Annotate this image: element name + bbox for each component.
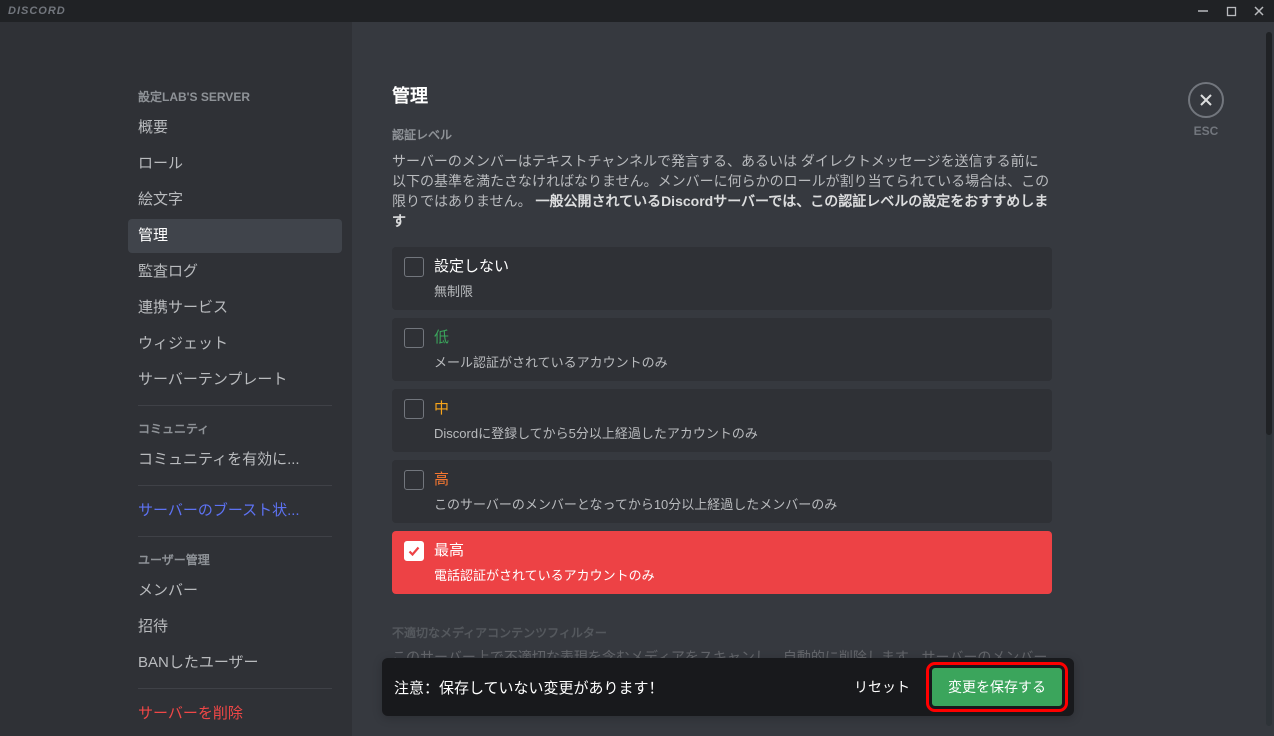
verification-option[interactable]: 高このサーバーのメンバーとなってから10分以上経過したメンバーのみ: [392, 460, 1052, 523]
content-wrap: 管理 認証レベル サーバーのメンバーはテキストチャンネルで発言する、あるいは ダ…: [352, 22, 1274, 736]
sidebar-header-community: コミュニティ: [128, 414, 342, 443]
checkbox[interactable]: [404, 470, 424, 490]
sidebar-item[interactable]: BANしたユーザー: [128, 646, 342, 680]
verification-option[interactable]: 低メール認証がされているアカウントのみ: [392, 318, 1052, 381]
sidebar-separator: [138, 536, 332, 537]
sidebar-separator: [138, 405, 332, 406]
option-title: 低: [434, 328, 1040, 348]
option-body: 中 Discordに登録してから5分以上経過したアカウントのみ: [434, 399, 1040, 442]
sidebar-separator: [138, 485, 332, 486]
checkbox[interactable]: [404, 328, 424, 348]
option-title: 設定しない: [434, 257, 1040, 277]
media-filter-label: 不適切なメディアコンテンツフィルター: [392, 624, 1052, 641]
option-title: 最高: [434, 541, 1040, 561]
option-title: 高: [434, 470, 1040, 490]
option-title: 中: [434, 399, 1040, 419]
scrollbar[interactable]: [1266, 32, 1272, 726]
checkbox[interactable]: [404, 399, 424, 419]
option-desc: 電話認証がされているアカウントのみ: [434, 565, 1040, 584]
checkbox[interactable]: [404, 257, 424, 277]
option-body: 低メール認証がされているアカウントのみ: [434, 328, 1040, 371]
main-area: 設定LAB'S SERVER 概要ロール絵文字管理監査ログ連携サービスウィジェッ…: [0, 22, 1274, 736]
checkbox[interactable]: [404, 541, 424, 561]
sidebar-item[interactable]: ウィジェット: [128, 327, 342, 361]
option-body: 設定しない無制限: [434, 257, 1040, 300]
save-button[interactable]: 変更を保存する: [932, 668, 1062, 706]
sidebar-item[interactable]: 監査ログ: [128, 255, 342, 289]
verification-option[interactable]: 中 Discordに登録してから5分以上経過したアカウントのみ: [392, 389, 1052, 452]
page-title: 管理: [392, 82, 1052, 108]
option-desc: メール認証がされているアカウントのみ: [434, 352, 1040, 371]
option-desc: このサーバーのメンバーとなってから10分以上経過したメンバーのみ: [434, 494, 1040, 513]
sidebar-header-server: 設定LAB'S SERVER: [128, 82, 342, 111]
option-body: 最高電話認証がされているアカウントのみ: [434, 541, 1040, 584]
sidebar-item[interactable]: 管理: [128, 219, 342, 253]
sidebar-item-delete-server[interactable]: サーバーを削除: [128, 697, 342, 731]
close-settings: ESC: [1188, 82, 1224, 138]
section-label-verification: 認証レベル: [392, 126, 1052, 143]
sidebar-item[interactable]: 招待: [128, 610, 342, 644]
sidebar-gutter: [0, 22, 118, 736]
sidebar-item[interactable]: 連携サービス: [128, 291, 342, 325]
sidebar-separator: [138, 688, 332, 689]
settings-sidebar: 設定LAB'S SERVER 概要ロール絵文字管理監査ログ連携サービスウィジェッ…: [118, 22, 352, 736]
option-desc: 無制限: [434, 281, 1040, 300]
option-body: 高このサーバーのメンバーとなってから10分以上経過したメンバーのみ: [434, 470, 1040, 513]
save-button-highlight: 変更を保存する: [932, 668, 1062, 706]
sidebar-item[interactable]: メンバー: [128, 574, 342, 608]
sidebar-header-user-mgmt: ユーザー管理: [128, 545, 342, 574]
content-main: 管理 認証レベル サーバーのメンバーはテキストチャンネルで発言する、あるいは ダ…: [352, 22, 1092, 736]
sidebar-item-boost[interactable]: サーバーのブースト状...: [128, 494, 342, 528]
close-window-button[interactable]: [1252, 4, 1266, 18]
section-description: サーバーのメンバーはテキストチャンネルで発言する、あるいは ダイレクトメッセージ…: [392, 151, 1052, 231]
verification-option[interactable]: 最高電話認証がされているアカウントのみ: [392, 531, 1052, 594]
close-label: ESC: [1194, 124, 1219, 138]
window-controls: [1196, 4, 1266, 18]
option-desc: Discordに登録してから5分以上経過したアカウントのみ: [434, 423, 1040, 442]
verification-option[interactable]: 設定しない無制限: [392, 247, 1052, 310]
check-icon: [407, 544, 421, 558]
maximize-button[interactable]: [1224, 4, 1238, 18]
sidebar-item[interactable]: コミュニティを有効に...: [128, 443, 342, 477]
close-icon: [1198, 92, 1214, 108]
scrollbar-thumb[interactable]: [1266, 32, 1272, 435]
minimize-button[interactable]: [1196, 4, 1210, 18]
unsaved-message: 注意：保存していない変更があります！: [394, 677, 832, 698]
close-button[interactable]: [1188, 82, 1224, 118]
sidebar-item[interactable]: 概要: [128, 111, 342, 145]
unsaved-changes-bar: 注意：保存していない変更があります！ リセット 変更を保存する: [382, 658, 1074, 716]
app-logo: DISCORD: [8, 5, 66, 17]
sidebar-item[interactable]: 絵文字: [128, 183, 342, 217]
reset-button[interactable]: リセット: [844, 671, 920, 703]
sidebar-item[interactable]: ロール: [128, 147, 342, 181]
sidebar-item[interactable]: サーバーテンプレート: [128, 363, 342, 397]
titlebar: DISCORD: [0, 0, 1274, 22]
